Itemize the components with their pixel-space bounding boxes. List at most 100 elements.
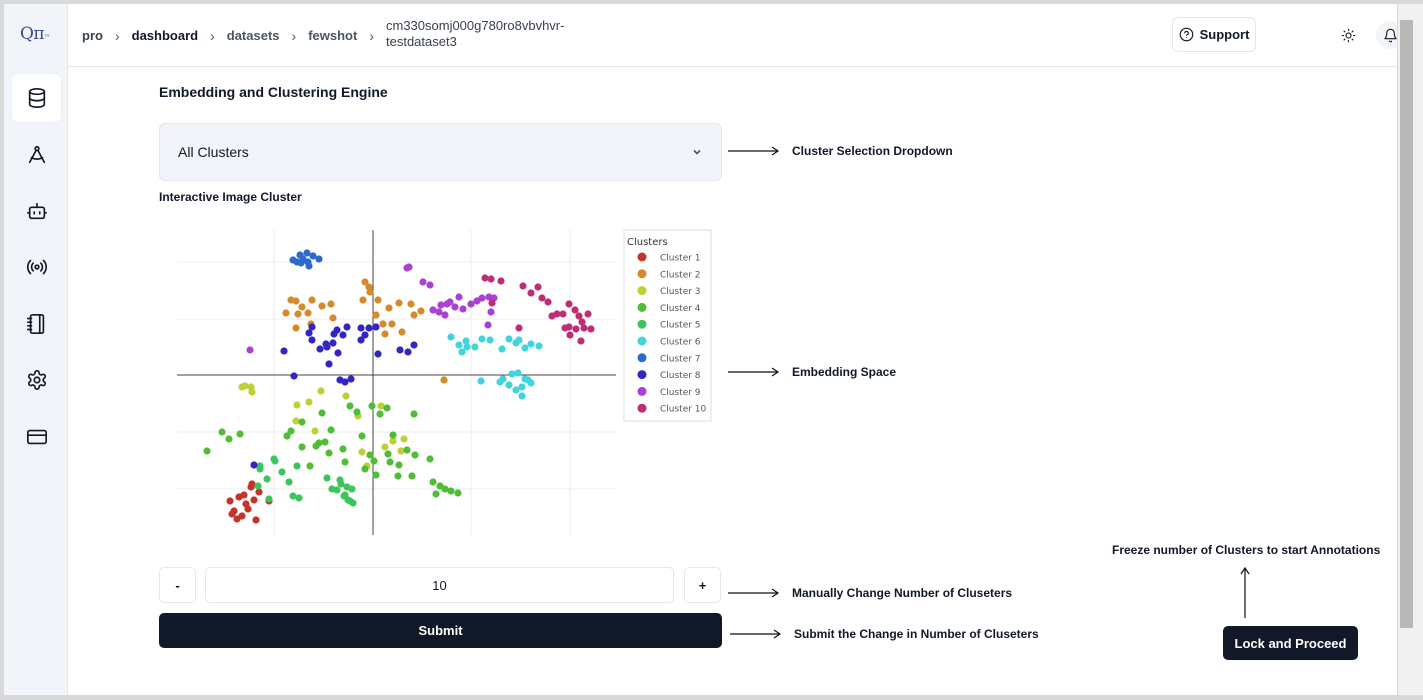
increment-button[interactable]: +: [684, 567, 721, 603]
legend-label-cluster-7[interactable]: Cluster 7: [660, 354, 701, 364]
point-cluster-10[interactable]: [584, 310, 592, 318]
point-cluster-10[interactable]: [565, 300, 573, 308]
point-cluster-5[interactable]: [336, 476, 344, 484]
point-cluster-6[interactable]: [499, 375, 507, 383]
point-cluster-4[interactable]: [346, 402, 354, 410]
point-cluster-4[interactable]: [426, 455, 434, 463]
point-cluster-10[interactable]: [534, 283, 542, 291]
point-cluster-10[interactable]: [515, 324, 523, 332]
point-cluster-8[interactable]: [374, 350, 382, 358]
submit-button[interactable]: Submit: [159, 613, 722, 648]
point-cluster-7[interactable]: [305, 262, 313, 270]
point-cluster-6[interactable]: [478, 335, 486, 343]
point-cluster-9[interactable]: [419, 278, 427, 286]
support-button[interactable]: Support: [1172, 17, 1256, 52]
point-cluster-4[interactable]: [386, 458, 394, 466]
point-cluster-5[interactable]: [295, 494, 303, 502]
point-cluster-2[interactable]: [308, 296, 316, 304]
legend-label-cluster-9[interactable]: Cluster 9: [660, 388, 701, 398]
point-cluster-5[interactable]: [349, 499, 357, 507]
point-cluster-2[interactable]: [398, 328, 406, 336]
point-cluster-4[interactable]: [327, 426, 335, 434]
point-cluster-4[interactable]: [236, 430, 244, 438]
point-cluster-8[interactable]: [365, 324, 373, 332]
point-cluster-10[interactable]: [572, 325, 580, 333]
point-cluster-9[interactable]: [451, 303, 459, 311]
point-cluster-10[interactable]: [587, 325, 595, 333]
point-cluster-5[interactable]: [333, 486, 341, 494]
point-cluster-10[interactable]: [580, 324, 588, 332]
point-cluster-4[interactable]: [298, 418, 306, 426]
point-cluster-5[interactable]: [278, 468, 286, 476]
point-cluster-4[interactable]: [358, 432, 366, 440]
point-cluster-5[interactable]: [348, 485, 356, 493]
point-cluster-4[interactable]: [368, 402, 376, 410]
point-cluster-9[interactable]: [487, 308, 495, 316]
point-cluster-2[interactable]: [407, 300, 415, 308]
point-cluster-4[interactable]: [306, 462, 314, 470]
point-cluster-3[interactable]: [317, 387, 325, 395]
point-cluster-1[interactable]: [228, 510, 236, 518]
point-cluster-9[interactable]: [443, 300, 451, 308]
point-cluster-1[interactable]: [252, 516, 260, 524]
point-cluster-2[interactable]: [372, 311, 380, 319]
point-cluster-10[interactable]: [559, 310, 567, 318]
point-cluster-4[interactable]: [361, 465, 369, 473]
point-cluster-4[interactable]: [341, 458, 349, 466]
point-cluster-3[interactable]: [311, 427, 319, 435]
point-cluster-4[interactable]: [372, 471, 380, 479]
point-cluster-10[interactable]: [519, 282, 527, 290]
point-cluster-6[interactable]: [518, 392, 526, 400]
point-cluster-4[interactable]: [389, 431, 397, 439]
point-cluster-5[interactable]: [323, 474, 331, 482]
cluster-select-dropdown[interactable]: All Clusters: [159, 123, 722, 181]
point-cluster-2[interactable]: [410, 311, 418, 319]
point-cluster-6[interactable]: [447, 333, 455, 341]
point-cluster-6[interactable]: [515, 336, 523, 344]
point-cluster-3[interactable]: [293, 401, 301, 409]
point-cluster-9[interactable]: [484, 321, 492, 329]
point-cluster-2[interactable]: [287, 296, 295, 304]
legend-label-cluster-4[interactable]: Cluster 4: [660, 304, 701, 314]
legend-marker-cluster-8[interactable]: [637, 370, 647, 380]
point-cluster-8[interactable]: [357, 336, 365, 344]
point-cluster-4[interactable]: [225, 435, 233, 443]
point-cluster-4[interactable]: [353, 408, 361, 416]
point-cluster-6[interactable]: [486, 336, 494, 344]
sidebar-item-settings[interactable]: [12, 356, 61, 404]
point-cluster-4[interactable]: [394, 472, 402, 480]
sidebar-item-bot[interactable]: [12, 187, 61, 235]
point-cluster-4[interactable]: [287, 427, 295, 435]
point-cluster-2[interactable]: [385, 304, 393, 312]
point-cluster-4[interactable]: [383, 404, 391, 412]
point-cluster-8[interactable]: [347, 375, 355, 383]
point-cluster-9[interactable]: [437, 301, 445, 309]
point-cluster-2[interactable]: [417, 307, 425, 315]
lock-and-proceed-button[interactable]: Lock and Proceed: [1223, 626, 1358, 660]
point-cluster-10[interactable]: [538, 294, 546, 302]
point-cluster-3[interactable]: [342, 392, 350, 400]
point-cluster-8[interactable]: [343, 323, 351, 331]
breadcrumb-datasets[interactable]: datasets: [227, 18, 280, 43]
point-cluster-9[interactable]: [405, 263, 413, 271]
point-cluster-9[interactable]: [459, 305, 467, 313]
point-cluster-2[interactable]: [298, 303, 306, 311]
point-cluster-10[interactable]: [487, 275, 495, 283]
point-cluster-9[interactable]: [478, 294, 486, 302]
point-cluster-3[interactable]: [292, 417, 300, 425]
point-cluster-10[interactable]: [497, 277, 505, 285]
point-cluster-10[interactable]: [527, 289, 535, 297]
sidebar-item-broadcast[interactable]: [12, 243, 61, 291]
point-cluster-3[interactable]: [381, 443, 389, 451]
point-cluster-6[interactable]: [514, 369, 522, 377]
point-cluster-5[interactable]: [285, 478, 293, 486]
point-cluster-10[interactable]: [481, 274, 489, 282]
point-cluster-8[interactable]: [410, 341, 418, 349]
point-cluster-3[interactable]: [238, 383, 246, 391]
point-cluster-4[interactable]: [432, 490, 440, 498]
point-cluster-8[interactable]: [372, 323, 380, 331]
point-cluster-2[interactable]: [329, 314, 337, 322]
legend-label-cluster-6[interactable]: Cluster 6: [660, 338, 701, 348]
point-cluster-6[interactable]: [521, 344, 529, 352]
sidebar-item-notebook[interactable]: [12, 300, 61, 348]
